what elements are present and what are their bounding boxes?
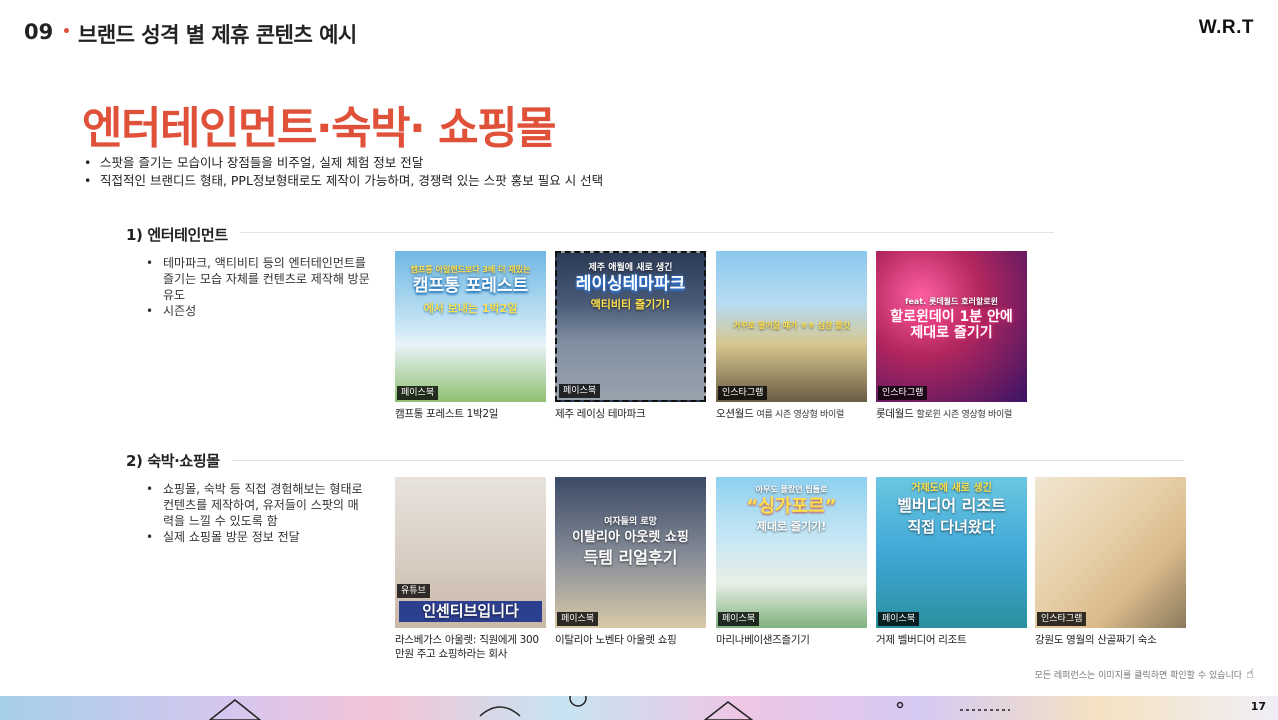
pointer-hand-icon: ☝	[1246, 667, 1254, 682]
reference-thumbnail[interactable]: 거제도에 새로 생긴 벨버디어 리조트 직접 다녀왔다 페이스북	[876, 477, 1027, 628]
thumbnail-overlay: 거꾸로 떨어질 때가 ㅎㅎ 심장 쫄깃	[733, 321, 850, 330]
thumbnail-overlay: 액티비티 즐기기!	[590, 298, 671, 311]
reference-caption: 제주 레이싱 테마파크	[555, 407, 706, 422]
reference-card[interactable]: 아무도 몰랐던 팁들로 “싱가포르” 제대로 즐기기! 페이스북 마리나베이샌즈…	[716, 477, 867, 647]
reference-card[interactable]: feat. 롯데월드 호러할로윈 할로윈데이 1분 안에 제대로 즐기기 인스타…	[876, 251, 1027, 422]
reference-card[interactable]: 캠프통 아일랜드보다 3배 더 재밌는 캠프통 포레스트 에서 보내는 1박2일…	[395, 251, 546, 422]
platform-label: 페이스북	[397, 386, 439, 400]
section-bullets: 쇼핑몰, 숙박 등 직접 경험해보는 형태로 컨텐츠를 제작하여, 유저들이 스…	[146, 481, 368, 545]
thumbnail-overlay: 할로윈데이 1분 안에 제대로 즐기기	[890, 309, 1013, 342]
reference-card[interactable]: 인센티브입니다 유튜브 라스베가스 아울렛: 직원에게 300만원 주고 쇼핑하…	[395, 477, 546, 661]
section-bullets: 테마파크, 액티비티 등의 엔터테인먼트를 즐기는 모습 자체를 컨텐츠로 제작…	[146, 255, 372, 319]
reference-footnote: 모든 레퍼런스는 이미지를 클릭하면 확인할 수 있습니다 ☝	[1034, 667, 1254, 682]
reference-thumbnail[interactable]: 인스타그램	[1035, 477, 1186, 628]
thumbnail-overlay: 벨버디어 리조트	[897, 496, 1006, 515]
reference-caption: 이탈리아 노벤타 아울렛 쇼핑	[555, 634, 677, 646]
thumbnail-overlay: 캠프통 포레스트	[412, 276, 529, 296]
page-header-title: 브랜드 성격 별 제휴 콘텐츠 예시	[78, 23, 357, 47]
reference-thumbnail[interactable]: 캠프통 아일랜드보다 3배 더 재밌는 캠프통 포레스트 에서 보내는 1박2일…	[395, 251, 546, 402]
thumbnail-overlay: 거제도에 새로 생긴	[911, 483, 992, 494]
reference-thumbnail[interactable]: 거꾸로 떨어질 때가 ㅎㅎ 심장 쫄깃 인스타그램	[716, 251, 867, 402]
caption-text: 캠프통 포레스트 1박2일	[395, 408, 499, 420]
intro-bullets: 스팟을 즐기는 모습이나 장점들을 비주얼, 실제 체험 정보 전달 직접적인 …	[84, 154, 603, 190]
platform-label: 페이스북	[878, 612, 920, 626]
footnote-text: 모든 레퍼런스는 이미지를 클릭하면 확인할 수 있습니다	[1034, 671, 1243, 681]
reference-thumbnail[interactable]: 여자들의 로망 이탈리아 아웃렛 쇼핑 득템 리얼후기 페이스북	[555, 477, 706, 628]
page-number: 17	[1250, 700, 1266, 713]
main-title: 엔터테인먼트·숙박· 쇼핑몰	[82, 103, 557, 154]
thumbnail-overlay: feat. 롯데월드 호러할로윈	[905, 297, 998, 306]
thumbnail-overlay: 에서 보내는 1박2일	[423, 302, 518, 315]
reference-card[interactable]: 거꾸로 떨어질 때가 ㅎㅎ 심장 쫄깃 인스타그램 오션월드 여름 시즌 영상형…	[716, 251, 867, 422]
thumbnail-overlay: 제대로 즐기기!	[756, 520, 827, 533]
section-title-stay-shopping: 2) 숙박·쇼핑몰	[126, 452, 220, 470]
reference-caption: 거제 벨버디어 리조트	[876, 634, 967, 646]
section-bullet: 실제 쇼핑몰 방문 정보 전달	[146, 529, 368, 545]
decorative-bottom-band	[0, 696, 1278, 720]
thumbnail-overlay: 이탈리아 아웃렛 쇼핑	[572, 530, 689, 545]
reference-card[interactable]: 거제도에 새로 생긴 벨버디어 리조트 직접 다녀왔다 페이스북 거제 벨버디어…	[876, 477, 1027, 647]
reference-thumbnail[interactable]: 아무도 몰랐던 팁들로 “싱가포르” 제대로 즐기기! 페이스북	[716, 477, 867, 628]
caption-text: 제주 레이싱 테마파크	[555, 408, 646, 420]
section-bullet: 테마파크, 액티비티 등의 엔터테인먼트를 즐기는 모습 자체를 컨텐츠로 제작…	[146, 255, 372, 303]
thumbnail-overlay: “싱가포르”	[746, 496, 837, 517]
platform-label: 인스타그램	[718, 386, 768, 400]
thumbnail-overlay: 캠프통 아일랜드보다 3배 더 재밌는	[410, 265, 531, 274]
thumbnail-overlay: 직접 다녀왔다	[907, 518, 996, 536]
section-dot: •	[62, 24, 71, 40]
reference-thumbnail[interactable]: 인센티브입니다 유튜브	[395, 477, 546, 628]
platform-label: 페이스북	[557, 612, 599, 626]
intro-bullet: 직접적인 브랜디드 형태, PPL정보형태로도 제작이 가능하며, 경쟁력 있는…	[84, 172, 603, 190]
reference-card[interactable]: 제주 애월에 새로 생긴 레이싱테마파크 액티비티 즐기기! 페이스북 제주 레…	[555, 251, 706, 422]
section-bullet: 시즌성	[146, 303, 372, 319]
section-number: 09	[24, 20, 54, 44]
platform-label: 페이스북	[718, 612, 760, 626]
reference-caption: 오션월드 여름 시즌 영상형 바이럴	[716, 407, 867, 422]
reference-card[interactable]: 인스타그램 강원도 영월의 산골짜기 숙소	[1035, 477, 1186, 647]
brand-logo: W.R.T	[1198, 17, 1254, 38]
reference-thumbnail[interactable]: feat. 롯데월드 호러할로윈 할로윈데이 1분 안에 제대로 즐기기 인스타…	[876, 251, 1027, 402]
platform-label: 유튜브	[397, 584, 430, 598]
thumbnail-overlay: 인센티브입니다	[399, 600, 542, 622]
section-divider	[240, 232, 1054, 233]
thumbnail-overlay: 레이싱테마파크	[575, 274, 686, 294]
caption-text: 롯데월드	[876, 408, 914, 420]
platform-label: 인스타그램	[1037, 612, 1087, 626]
bottom-band-doodles	[208, 696, 1010, 720]
section-title-entertainment: 1) 엔터테인먼트	[126, 226, 228, 244]
platform-label: 인스타그램	[878, 386, 928, 400]
reference-caption: 마리나베이샌즈즐기기	[716, 634, 810, 646]
section-divider	[232, 460, 1184, 461]
thumbnail-overlay: 제주 애월에 새로 생긴	[588, 263, 673, 273]
reference-card[interactable]: 여자들의 로망 이탈리아 아웃렛 쇼핑 득템 리얼후기 페이스북 이탈리아 노벤…	[555, 477, 706, 647]
caption-text: 오션월드	[716, 408, 754, 420]
caption-subtext: 여름 시즌 영상형 바이럴	[756, 410, 845, 420]
reference-caption: 라스베가스 아울렛: 직원에게 300만원 주고 쇼핑하라는 회사	[395, 634, 539, 660]
reference-caption: 롯데월드 할로윈 시즌 영상형 바이럴	[876, 407, 1027, 422]
platform-label: 페이스북	[559, 384, 601, 398]
thumbnail-overlay: 아무도 몰랐던 팁들로	[755, 485, 828, 494]
caption-subtext: 할로윈 시즌 영상형 바이럴	[916, 410, 1013, 420]
thumbnail-overlay: 여자들의 로망	[604, 517, 657, 527]
reference-caption: 강원도 영월의 산골짜기 숙소	[1035, 634, 1157, 646]
intro-bullet: 스팟을 즐기는 모습이나 장점들을 비주얼, 실제 체험 정보 전달	[84, 154, 603, 172]
section-bullet: 쇼핑몰, 숙박 등 직접 경험해보는 형태로 컨텐츠를 제작하여, 유저들이 스…	[146, 481, 368, 529]
reference-caption: 캠프통 포레스트 1박2일	[395, 407, 546, 422]
thumbnail-overlay: 득템 리얼후기	[583, 548, 678, 567]
reference-thumbnail[interactable]: 제주 애월에 새로 생긴 레이싱테마파크 액티비티 즐기기! 페이스북	[555, 251, 706, 402]
